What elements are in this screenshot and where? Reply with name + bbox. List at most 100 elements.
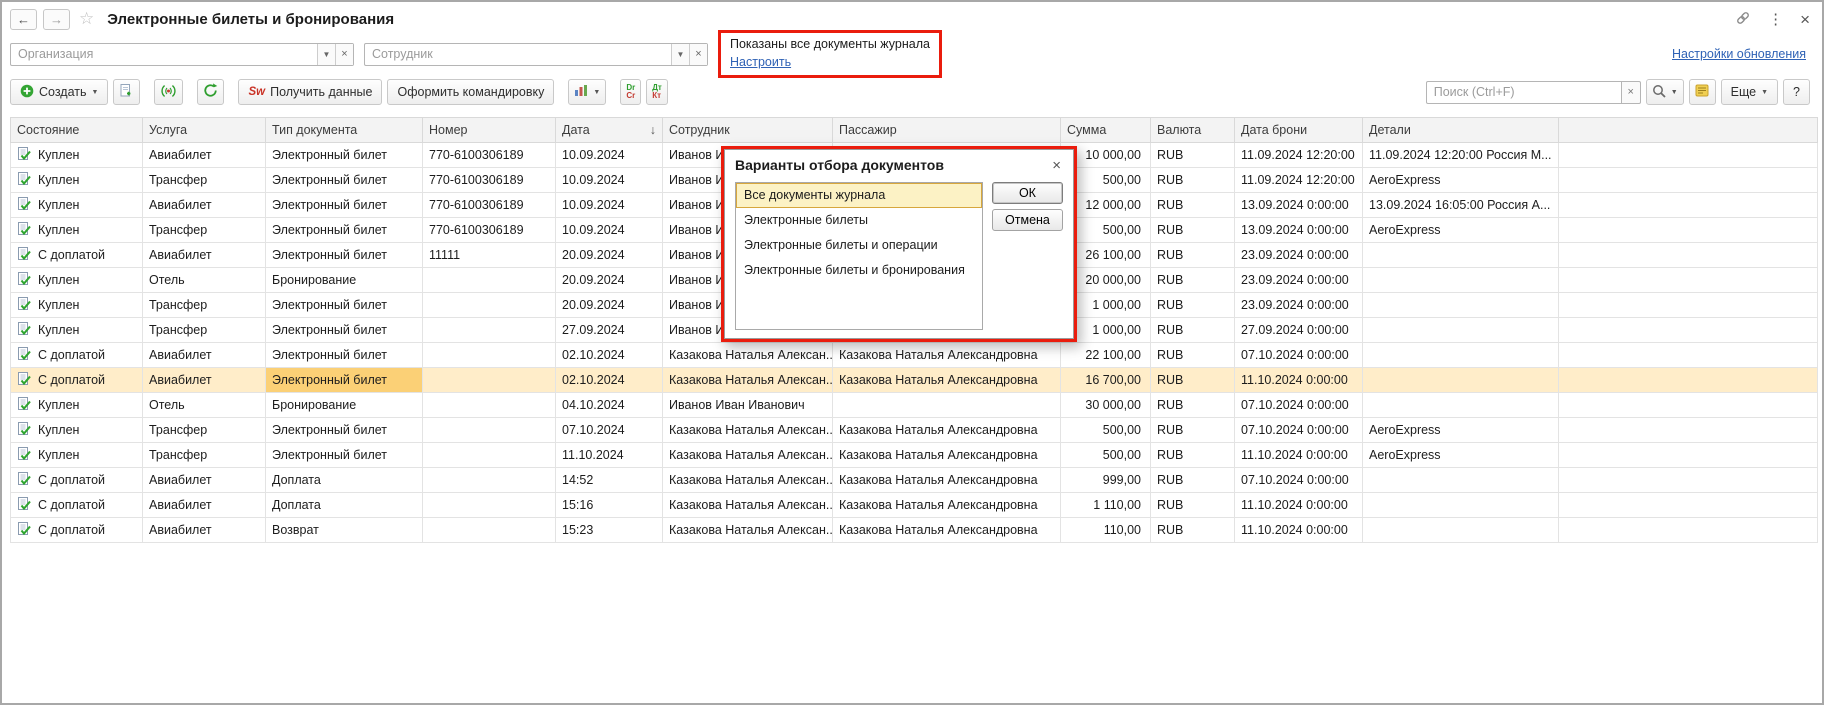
cell-passenger[interactable]: Казакова Наталья Александровна	[832, 492, 1061, 518]
cell-service[interactable]: Отель	[142, 267, 266, 293]
cell-service[interactable]: Авиабилет	[142, 342, 266, 368]
cell-employee[interactable]: Иванов Иван Иванович	[662, 392, 833, 418]
dialog-option[interactable]: Электронные билеты	[736, 208, 982, 233]
search-input[interactable]	[1425, 80, 1622, 104]
cell-currency[interactable]: RUB	[1150, 292, 1235, 318]
cell-date[interactable]: 27.09.2024	[555, 317, 663, 343]
table-row[interactable]: Куплен Трансфер Электронный билет 07.10.…	[10, 417, 1818, 443]
cell-type[interactable]: Доплата	[265, 467, 423, 493]
cell-amount[interactable]: 1 110,00	[1060, 492, 1151, 518]
cell-date[interactable]: 02.10.2024	[555, 342, 663, 368]
cell-details[interactable]	[1362, 292, 1559, 318]
cell-number[interactable]	[422, 492, 556, 518]
cell-details[interactable]	[1362, 342, 1559, 368]
cell-date[interactable]: 20.09.2024	[555, 292, 663, 318]
cell-booking-date[interactable]: 11.10.2024 0:00:00	[1234, 517, 1363, 543]
cell-date[interactable]: 20.09.2024	[555, 242, 663, 268]
col-header-details[interactable]: Детали	[1362, 117, 1559, 143]
col-header-currency[interactable]: Валюта	[1150, 117, 1235, 143]
cell-currency[interactable]: RUB	[1150, 242, 1235, 268]
table-row[interactable]: С доплатой Авиабилет Доплата 14:52 Казак…	[10, 467, 1818, 493]
cell-state[interactable]: С доплатой	[10, 242, 143, 268]
cell-details[interactable]	[1362, 317, 1559, 343]
cell-passenger[interactable]	[832, 392, 1061, 418]
create-button[interactable]: Создать ▼	[10, 79, 109, 105]
employee-input[interactable]	[365, 43, 671, 65]
cell-details[interactable]: AeroExpress	[1362, 417, 1559, 443]
cell-date[interactable]: 10.09.2024	[555, 142, 663, 168]
cell-passenger[interactable]: Казакова Наталья Александровна	[832, 367, 1061, 393]
cell-number[interactable]	[422, 392, 556, 418]
cell-type[interactable]: Возврат	[265, 517, 423, 543]
cell-state[interactable]: С доплатой	[10, 367, 143, 393]
cell-state[interactable]: Куплен	[10, 192, 143, 218]
col-header-employee[interactable]: Сотрудник	[662, 117, 833, 143]
col-header-amount[interactable]: Сумма	[1060, 117, 1151, 143]
window-close-icon[interactable]: ×	[1800, 11, 1810, 28]
cell-service[interactable]: Авиабилет	[142, 492, 266, 518]
cell-date[interactable]: 14:52	[555, 467, 663, 493]
cell-type[interactable]: Электронный билет	[265, 442, 423, 468]
more-button[interactable]: Еще ▼	[1720, 79, 1779, 105]
cell-currency[interactable]: RUB	[1150, 517, 1235, 543]
cell-state[interactable]: С доплатой	[10, 467, 143, 493]
cell-service[interactable]: Трансфер	[142, 442, 266, 468]
table-row[interactable]: С доплатой Авиабилет Возврат 15:23 Казак…	[10, 517, 1818, 543]
cell-employee[interactable]: Казакова Наталья Алексан...	[662, 442, 833, 468]
cell-service[interactable]: Трансфер	[142, 167, 266, 193]
cell-number[interactable]	[422, 367, 556, 393]
cell-currency[interactable]: RUB	[1150, 192, 1235, 218]
cell-service[interactable]: Авиабилет	[142, 242, 266, 268]
cell-currency[interactable]: RUB	[1150, 417, 1235, 443]
cell-number[interactable]	[422, 342, 556, 368]
cell-booking-date[interactable]: 13.09.2024 0:00:00	[1234, 217, 1363, 243]
business-trip-button[interactable]: Оформить командировку	[387, 79, 555, 105]
dialog-option[interactable]: Электронные билеты и бронирования	[736, 258, 982, 283]
cell-booking-date[interactable]: 07.10.2024 0:00:00	[1234, 417, 1363, 443]
cell-booking-date[interactable]: 07.10.2024 0:00:00	[1234, 467, 1363, 493]
organization-clear-icon[interactable]: ×	[335, 43, 353, 65]
cell-date[interactable]: 02.10.2024	[555, 367, 663, 393]
cell-number[interactable]	[422, 292, 556, 318]
cell-date[interactable]: 04.10.2024	[555, 392, 663, 418]
get-data-button[interactable]: Sw Получить данные	[238, 79, 383, 105]
table-row[interactable]: С доплатой Авиабилет Электронный билет 0…	[10, 342, 1818, 368]
cell-number[interactable]: 770-6100306189	[422, 142, 556, 168]
cell-booking-date[interactable]: 11.10.2024 0:00:00	[1234, 492, 1363, 518]
col-header-booking[interactable]: Дата брони	[1234, 117, 1363, 143]
cell-state[interactable]: С доплатой	[10, 492, 143, 518]
cell-number[interactable]: 11111	[422, 242, 556, 268]
employee-clear-icon[interactable]: ×	[689, 43, 707, 65]
cell-state[interactable]: Куплен	[10, 167, 143, 193]
cell-currency[interactable]: RUB	[1150, 267, 1235, 293]
cell-type[interactable]: Бронирование	[265, 392, 423, 418]
cell-details[interactable]	[1362, 267, 1559, 293]
cell-type[interactable]: Электронный билет	[265, 192, 423, 218]
col-header-state[interactable]: Состояние	[10, 117, 143, 143]
cell-date[interactable]: 10.09.2024	[555, 217, 663, 243]
cell-type[interactable]: Электронный билет	[265, 367, 423, 393]
cell-booking-date[interactable]: 11.09.2024 12:20:00	[1234, 142, 1363, 168]
cell-currency[interactable]: RUB	[1150, 142, 1235, 168]
signal-button[interactable]	[154, 79, 184, 105]
chart-button[interactable]: ▼	[568, 79, 607, 105]
dialog-ok-button[interactable]: ОК	[991, 182, 1063, 204]
update-settings-link[interactable]: Настройки обновления	[1672, 47, 1806, 61]
refresh-button[interactable]	[197, 79, 225, 105]
employee-dropdown-icon[interactable]: ▼	[671, 43, 689, 65]
cell-date[interactable]: 15:23	[555, 517, 663, 543]
favorite-star-icon[interactable]: ☆	[79, 9, 94, 29]
cell-currency[interactable]: RUB	[1150, 467, 1235, 493]
cell-passenger[interactable]: Казакова Наталья Александровна	[832, 417, 1061, 443]
cell-service[interactable]: Отель	[142, 392, 266, 418]
dialog-cancel-button[interactable]: Отмена	[991, 209, 1063, 231]
cell-amount[interactable]: 16 700,00	[1060, 367, 1151, 393]
cell-details[interactable]: 13.09.2024 16:05:00 Россия А...	[1362, 192, 1559, 218]
cell-service[interactable]: Трансфер	[142, 217, 266, 243]
cell-service[interactable]: Трансфер	[142, 417, 266, 443]
configure-filter-link[interactable]: Настроить	[730, 55, 791, 69]
forward-button[interactable]: →	[43, 8, 70, 30]
cell-state[interactable]: Куплен	[10, 142, 143, 168]
cell-employee[interactable]: Казакова Наталья Алексан...	[662, 367, 833, 393]
back-button[interactable]: ←	[10, 8, 37, 30]
